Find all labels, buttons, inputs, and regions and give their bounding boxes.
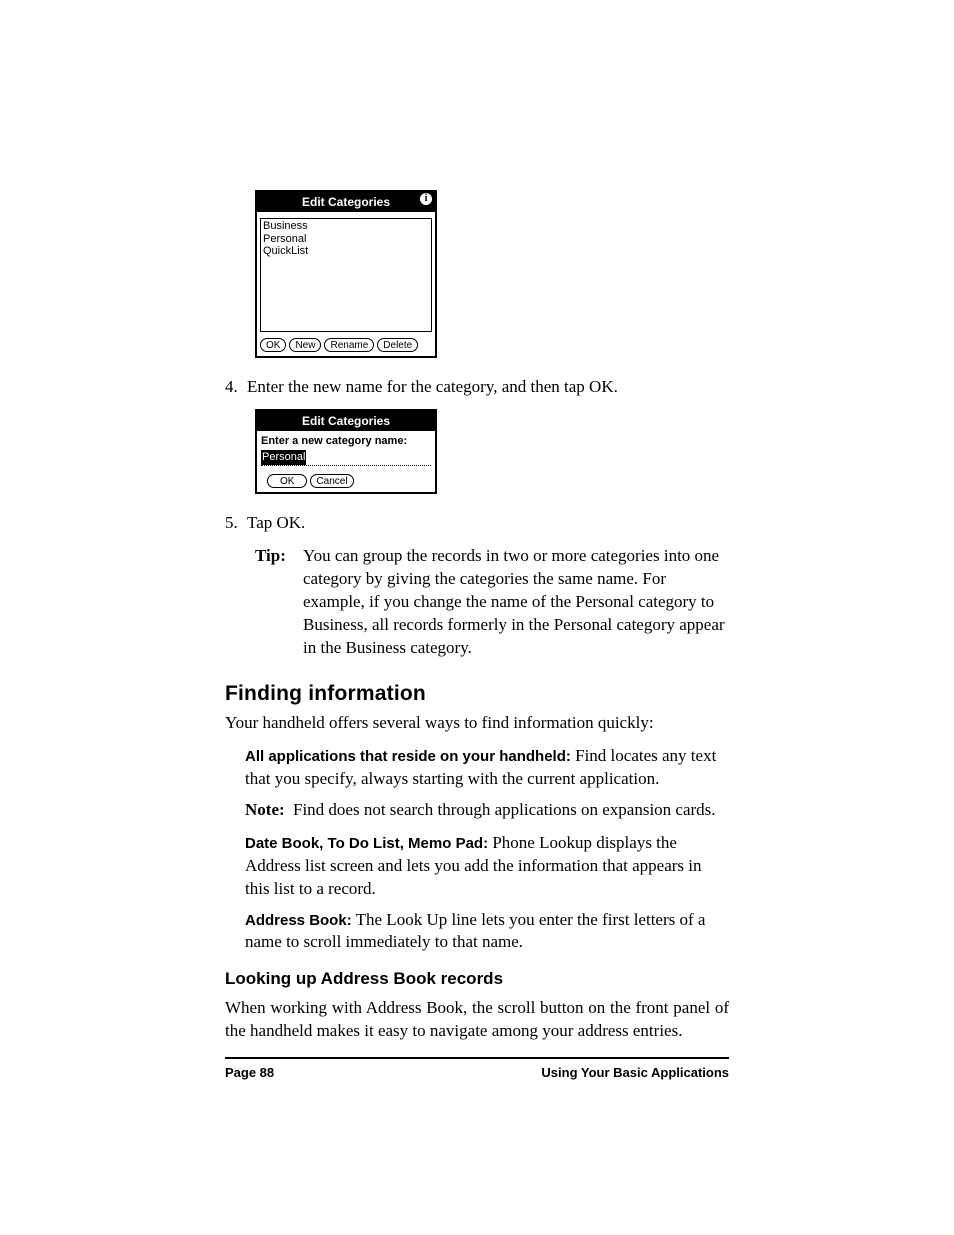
- tip-text: You can group the records in two or more…: [303, 545, 729, 660]
- runin-label: Address Book:: [245, 912, 352, 929]
- new-button[interactable]: New: [289, 338, 321, 352]
- runin-label: All applications that reside on your han…: [245, 748, 571, 765]
- dialog-title-bar: Edit Categories i: [257, 192, 435, 212]
- dialog-title: Edit Categories: [302, 195, 390, 209]
- delete-button[interactable]: Delete: [377, 338, 418, 352]
- tip-label: Tip:: [255, 545, 303, 660]
- runin-label: Date Book, To Do List, Memo Pad:: [245, 835, 488, 852]
- category-list[interactable]: Business Personal QuickList: [260, 218, 432, 332]
- step-5: 5. Tap OK.: [225, 512, 729, 535]
- content-area: Edit Categories i Business Personal Quic…: [225, 190, 729, 1043]
- step-text: Enter the new name for the category, and…: [247, 376, 729, 399]
- footer-page-number: Page 88: [225, 1065, 274, 1080]
- name-input[interactable]: Personal: [261, 450, 431, 466]
- info-icon[interactable]: i: [420, 193, 432, 205]
- ok-button[interactable]: OK: [267, 474, 307, 488]
- step-number: 4.: [225, 376, 247, 399]
- finding-addressbook: Address Book: The Look Up line lets you …: [245, 909, 729, 955]
- finding-all-apps: All applications that reside on your han…: [245, 745, 729, 791]
- dialog-title: Edit Categories: [302, 414, 390, 428]
- note-text: Find does not search through application…: [293, 799, 729, 822]
- dialog-prompt: Enter a new category name:: [257, 431, 435, 450]
- list-item[interactable]: Business: [263, 220, 429, 233]
- enter-name-dialog: Edit Categories Enter a new category nam…: [255, 409, 437, 494]
- edit-categories-dialog: Edit Categories i Business Personal Quic…: [255, 190, 437, 358]
- rename-button[interactable]: Rename: [324, 338, 374, 352]
- step-number: 5.: [225, 512, 247, 535]
- step-4: 4. Enter the new name for the category, …: [225, 376, 729, 399]
- dialog-button-row: OK Cancel: [257, 471, 435, 492]
- cancel-button[interactable]: Cancel: [310, 474, 353, 488]
- page: Edit Categories i Business Personal Quic…: [0, 0, 954, 1235]
- subsection-heading-lookup: Looking up Address Book records: [225, 968, 729, 991]
- ok-button[interactable]: OK: [260, 338, 286, 352]
- finding-datebook: Date Book, To Do List, Memo Pad: Phone L…: [245, 832, 729, 901]
- page-footer: Page 88 Using Your Basic Applications: [225, 1057, 729, 1080]
- dialog-button-row: OK New Rename Delete: [257, 335, 435, 356]
- list-item[interactable]: Personal: [263, 233, 429, 246]
- step-text: Tap OK.: [247, 512, 729, 535]
- note-block: Note: Find does not search through appli…: [245, 799, 729, 822]
- section-heading-finding: Finding information: [225, 680, 729, 708]
- tip-block: Tip: You can group the records in two or…: [255, 545, 729, 660]
- dialog-title-bar: Edit Categories: [257, 411, 435, 431]
- footer-chapter-title: Using Your Basic Applications: [541, 1065, 729, 1080]
- finding-intro: Your handheld offers several ways to fin…: [225, 712, 729, 735]
- lookup-text: When working with Address Book, the scro…: [225, 997, 729, 1043]
- note-label: Note:: [245, 799, 293, 822]
- list-item[interactable]: QuickList: [263, 245, 429, 258]
- input-value: Personal: [261, 450, 306, 465]
